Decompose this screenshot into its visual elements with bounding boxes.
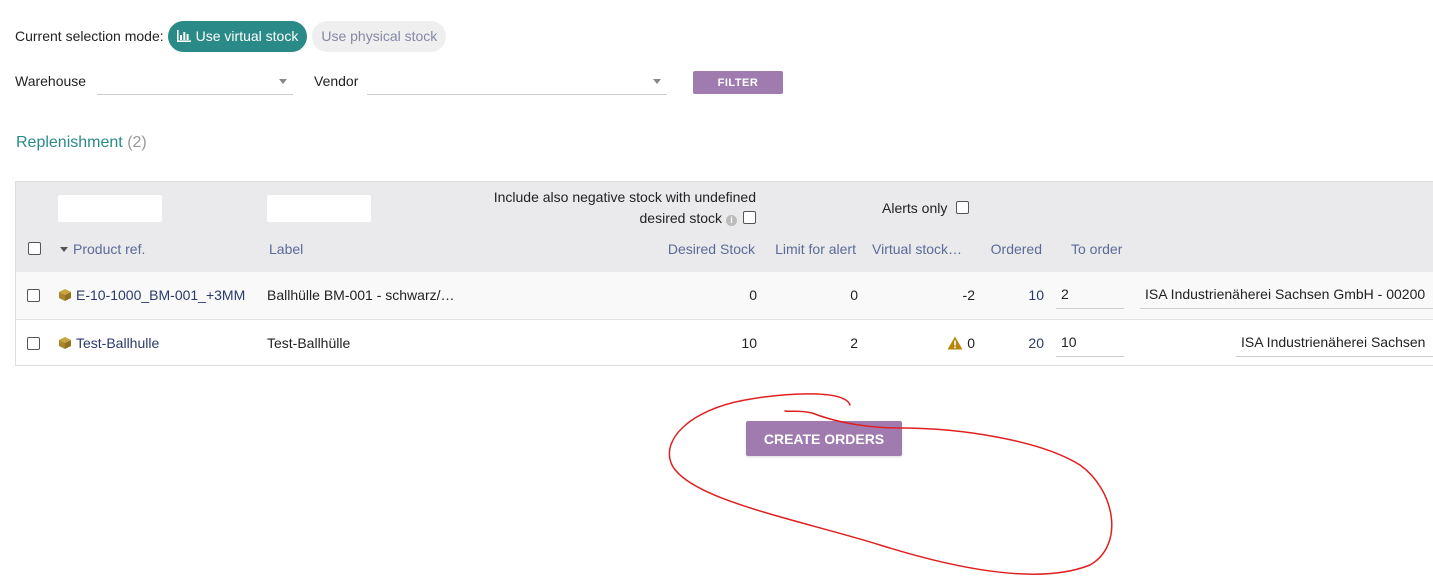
product-ref-text: E-10-1000_BM-001_+3MM bbox=[76, 287, 246, 303]
section-title: Replenishment (2) bbox=[16, 134, 147, 152]
selection-mode-row: Current selection mode: Use virtual stoc… bbox=[15, 20, 447, 52]
warehouse-select[interactable] bbox=[97, 68, 293, 95]
section-count: (2) bbox=[127, 134, 147, 151]
column-header-desired-stock[interactable]: Desired Stock bbox=[655, 241, 755, 257]
use-physical-stock-label: Use physical stock bbox=[321, 28, 438, 44]
ordered-value[interactable]: 20 bbox=[976, 335, 1044, 351]
chevron-down-icon bbox=[653, 79, 661, 84]
virtual-stock-value: 0 bbox=[967, 335, 975, 351]
column-header-limit-for-alert[interactable]: Limit for alert bbox=[755, 241, 856, 257]
virtual-stock-value: -2 bbox=[962, 287, 975, 303]
column-header-to-order[interactable]: To order bbox=[1071, 241, 1122, 257]
alerts-only-checkbox[interactable] bbox=[956, 201, 970, 214]
limit-for-alert-value: 0 bbox=[850, 287, 858, 303]
product-ref-search-input[interactable] bbox=[58, 195, 162, 222]
vendor-select[interactable]: ISA Industrienäherei Sachsen bbox=[1236, 328, 1433, 357]
negative-stock-label-line1: Include also negative stock with undefin… bbox=[493, 189, 756, 205]
to-order-input[interactable] bbox=[1056, 280, 1124, 309]
use-virtual-stock-label: Use virtual stock bbox=[195, 28, 299, 44]
negative-stock-checkbox[interactable] bbox=[743, 211, 756, 224]
row-checkbox[interactable] bbox=[27, 337, 40, 350]
table-row: E-10-1000_BM-001_+3MM Ballhülle BM-001 -… bbox=[16, 272, 1433, 320]
desired-stock-value: 0 bbox=[749, 287, 757, 303]
chevron-down-icon bbox=[279, 79, 287, 84]
column-header-product-ref-label: Product ref. bbox=[73, 241, 146, 257]
info-icon: i bbox=[726, 215, 737, 226]
vendor-select[interactable] bbox=[367, 68, 667, 95]
use-virtual-stock-button[interactable]: Use virtual stock bbox=[167, 20, 308, 52]
virtual-stock-cell: 0 bbox=[876, 335, 975, 351]
product-ref-link[interactable]: E-10-1000_BM-001_+3MM bbox=[58, 287, 245, 303]
negative-stock-label-line2: desired stock bbox=[639, 210, 722, 226]
warning-icon bbox=[947, 336, 963, 350]
product-box-icon bbox=[59, 337, 71, 349]
use-physical-stock-button[interactable]: Use physical stock bbox=[312, 20, 447, 52]
selection-mode-label: Current selection mode: bbox=[15, 28, 164, 44]
alerts-only-label: Alerts only bbox=[882, 200, 948, 216]
table-row: Test-Ballhulle Test-Ballhülle 10 2 0 20 … bbox=[16, 320, 1433, 365]
negative-stock-option: Include also negative stock with undefin… bbox=[456, 187, 756, 229]
label-search-input[interactable] bbox=[267, 195, 371, 222]
select-all-checkbox[interactable] bbox=[28, 242, 41, 255]
desired-stock-value: 10 bbox=[741, 335, 757, 351]
filter-button[interactable]: FILTER bbox=[693, 71, 783, 94]
product-ref-text: Test-Ballhulle bbox=[76, 335, 160, 351]
sort-desc-icon bbox=[60, 247, 68, 252]
column-header-ordered[interactable]: Ordered bbox=[976, 241, 1042, 257]
vendor-label: Vendor bbox=[314, 73, 359, 89]
section-title-text: Replenishment bbox=[16, 134, 123, 151]
column-header-virtual-stock[interactable]: Virtual stock… bbox=[872, 241, 962, 257]
row-checkbox[interactable] bbox=[27, 289, 40, 302]
product-ref-link[interactable]: Test-Ballhulle bbox=[58, 335, 159, 351]
limit-for-alert-value: 2 bbox=[850, 335, 858, 351]
cut-off-text bbox=[15, 0, 275, 2]
create-orders-button[interactable]: CREATE ORDERS bbox=[746, 421, 902, 456]
filter-row: Warehouse Vendor FILTER bbox=[15, 68, 815, 96]
replenishment-table: Include also negative stock with undefin… bbox=[15, 181, 1433, 366]
to-order-input[interactable] bbox=[1056, 328, 1124, 357]
warehouse-label: Warehouse bbox=[15, 73, 87, 89]
alerts-only-option: Alerts only bbox=[882, 200, 970, 216]
vendor-select[interactable]: ISA Industrienäherei Sachsen GmbH - 0020… bbox=[1140, 280, 1433, 309]
product-label: Test-Ballhülle bbox=[267, 335, 351, 351]
ordered-value[interactable]: 10 bbox=[976, 287, 1044, 303]
table-header: Include also negative stock with undefin… bbox=[16, 182, 1433, 273]
product-label: Ballhülle BM-001 - schwarz/… bbox=[267, 287, 455, 303]
product-box-icon bbox=[59, 289, 71, 301]
column-header-product-ref[interactable]: Product ref. bbox=[60, 241, 145, 257]
column-header-label[interactable]: Label bbox=[269, 241, 303, 257]
chart-bar-icon bbox=[176, 30, 191, 42]
